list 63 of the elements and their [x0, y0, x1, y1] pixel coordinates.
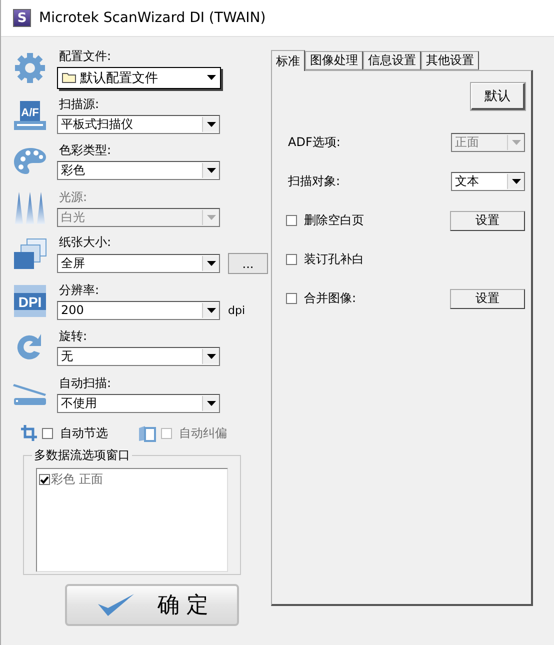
- dropdown[interactable]: 不使用: [57, 394, 220, 413]
- caret-icon: [206, 168, 216, 174]
- field-label: 自动扫描:: [58, 374, 112, 392]
- settings-button[interactable]: 设置: [450, 210, 525, 230]
- caret-icon: [207, 75, 216, 80]
- option-label: 自动节选: [59, 424, 108, 442]
- crop-icon: [21, 425, 37, 441]
- default-button[interactable]: 默认: [471, 83, 525, 110]
- dropdown[interactable]: 彩色: [57, 161, 220, 180]
- checkbox[interactable]: [39, 474, 50, 485]
- dpi-icon: DPI: [13, 284, 47, 318]
- tab[interactable]: 信息设置: [363, 51, 421, 70]
- checkbox[interactable]: [42, 428, 53, 438]
- field-label: 光源:: [58, 188, 88, 206]
- flatbed-scanner-icon: [13, 382, 47, 406]
- tab[interactable]: 标准: [271, 50, 305, 71]
- field-label: 旋转:: [58, 328, 88, 346]
- field-label: ADF选项:: [287, 134, 340, 151]
- deskew-icon: [138, 424, 156, 442]
- dropdown[interactable]: 文本: [451, 172, 525, 191]
- window-title: Microtek ScanWizard DI (TWAIN): [39, 10, 266, 26]
- palette-icon: [13, 146, 47, 176]
- caret-icon: [512, 179, 520, 184]
- option-label: 装订孔补白: [303, 251, 364, 268]
- caret-icon: [206, 261, 216, 266]
- caret-icon: [206, 214, 216, 220]
- option-label: 自动纠偏: [178, 424, 227, 442]
- checkbox[interactable]: [286, 254, 297, 265]
- settings-button[interactable]: 设置: [450, 288, 525, 308]
- gear-icon: [13, 51, 47, 86]
- field-label: 色彩类型:: [58, 142, 112, 160]
- dropdown[interactable]: 200: [57, 300, 220, 320]
- light-beams-icon: [13, 192, 47, 224]
- stream-list[interactable]: 彩色 正面: [36, 468, 228, 572]
- caret-icon: [206, 354, 216, 360]
- caret-icon: [206, 400, 216, 406]
- app-icon: S: [13, 9, 31, 27]
- checkbox[interactable]: [286, 293, 297, 304]
- field-label: 纸张大小:: [58, 234, 112, 252]
- folder-icon: [62, 72, 76, 84]
- tab[interactable]: 其他设置: [421, 51, 479, 70]
- unit-label: dpi: [228, 304, 246, 317]
- field-label: 分辨率:: [58, 282, 100, 299]
- ok-button[interactable]: 确 定: [65, 584, 239, 626]
- pages-icon: [13, 238, 47, 270]
- caret-icon: [206, 308, 216, 313]
- option-label: 删除空白页: [303, 212, 364, 229]
- option-label: 合并图像:: [303, 290, 356, 307]
- dropdown[interactable]: 全屏: [57, 254, 220, 274]
- field-label: 扫描源:: [58, 96, 100, 113]
- field-label: 配置文件:: [58, 48, 112, 65]
- caret-icon: [512, 140, 520, 145]
- dropdown[interactable]: 平板式扫描仪: [57, 114, 220, 134]
- more-button[interactable]: ...: [228, 253, 268, 274]
- checkbox[interactable]: [286, 215, 297, 226]
- caret-icon: [206, 122, 216, 127]
- checkmark-icon: [96, 592, 136, 618]
- dropdown[interactable]: 无: [57, 347, 220, 366]
- field-label: 扫描对象:: [287, 173, 340, 190]
- stream-item[interactable]: 彩色 正面: [51, 471, 103, 488]
- group-title: 多数据流选项窗口: [33, 447, 131, 464]
- profile-dropdown[interactable]: 默认配置文件: [57, 66, 221, 89]
- tab[interactable]: 图像处理: [305, 51, 363, 70]
